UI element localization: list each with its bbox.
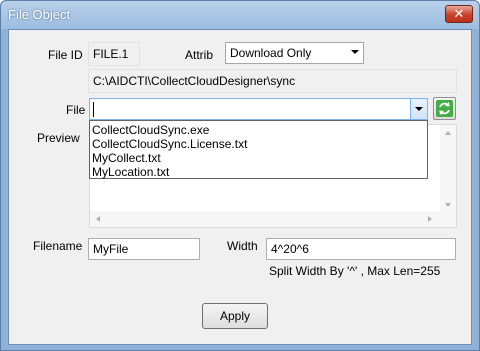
window-title: File Object (8, 7, 71, 22)
dropdown-option[interactable]: MyLocation.txt (92, 165, 169, 179)
close-icon: ✕ (453, 6, 465, 21)
scroll-down-icon (445, 203, 451, 207)
filename-input[interactable]: MyFile (88, 238, 200, 260)
width-hint: Split Width By '^' , Max Len=255 (269, 264, 441, 278)
title-bar[interactable]: File Object ✕ (1, 1, 479, 29)
preview-horizontal-scrollbar[interactable] (90, 211, 440, 227)
attrib-selected-value: Download Only (230, 46, 312, 60)
apply-button[interactable]: Apply (202, 303, 268, 329)
scroll-left-icon (96, 216, 100, 222)
attrib-select[interactable]: Download Only (225, 42, 364, 64)
dropdown-option[interactable]: CollectCloudSync.exe (92, 123, 209, 137)
file-object-window: File Object ✕ File ID FILE.1 Attrib Down… (0, 0, 480, 351)
file-dropdown-list: CollectCloudSync.exe CollectCloudSync.Li… (89, 120, 428, 179)
file-label: File (66, 103, 86, 117)
width-label: Width (227, 239, 258, 253)
width-input[interactable]: 4^20^6 (266, 238, 456, 260)
text-caret (93, 102, 94, 117)
refresh-button[interactable] (433, 97, 456, 120)
path-field: C:\AIDCTI\CollectCloudDesigner\sync (88, 69, 457, 93)
dialog-client-area: File ID FILE.1 Attrib Download Only C:\A… (8, 29, 472, 345)
close-button[interactable]: ✕ (445, 5, 473, 23)
filename-label: Filename (33, 239, 83, 253)
dropdown-option[interactable]: CollectCloudSync.License.txt (92, 137, 247, 151)
refresh-icon (436, 100, 453, 117)
preview-vertical-scrollbar[interactable] (440, 125, 456, 227)
preview-label: Preview (37, 131, 80, 145)
attrib-label: Attrib (185, 48, 214, 62)
file-combobox[interactable] (89, 98, 428, 120)
dropdown-option[interactable]: MyCollect.txt (92, 151, 161, 165)
file-dropdown-button[interactable] (410, 99, 427, 119)
chevron-down-icon (351, 50, 359, 54)
file-id-field: FILE.1 (88, 42, 140, 66)
chevron-down-icon (415, 107, 423, 111)
scroll-up-icon (445, 131, 451, 135)
scroll-right-icon (428, 216, 432, 222)
file-id-label: File ID (48, 48, 83, 62)
